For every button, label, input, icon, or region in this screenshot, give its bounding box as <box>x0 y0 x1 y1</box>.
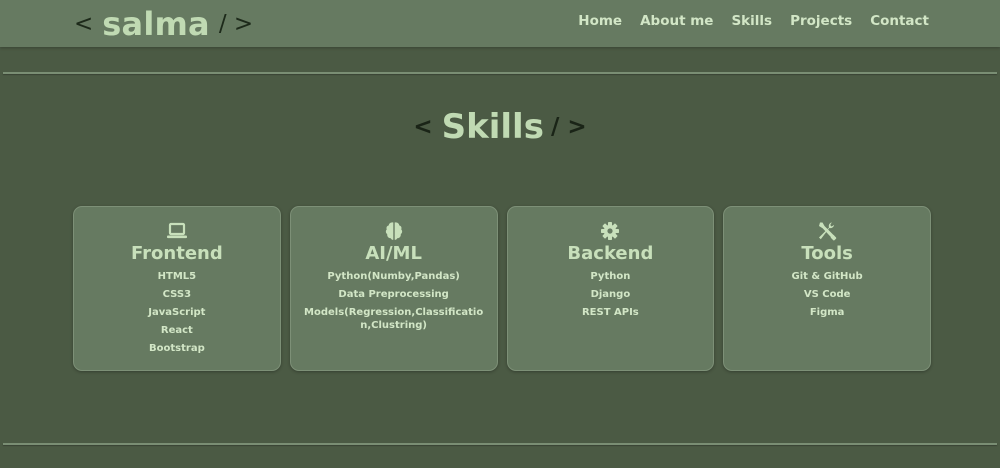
skill-list: Python(Numby,Pandas) Data Preprocessing … <box>301 268 487 332</box>
list-item: JavaScript <box>148 307 206 318</box>
list-item: Python <box>590 271 631 282</box>
skills-cards: Frontend HTML5 CSS3 JavaScript React Boo… <box>73 206 931 371</box>
nav-home[interactable]: Home <box>578 13 622 29</box>
list-item: Django <box>590 289 631 300</box>
list-item: CSS3 <box>162 289 192 300</box>
skill-card-title: Backend <box>567 243 654 264</box>
section-title: < Skills / > <box>0 104 1000 150</box>
skill-card-frontend: Frontend HTML5 CSS3 JavaScript React Boo… <box>73 206 281 371</box>
list-item: REST APIs <box>581 307 639 318</box>
skill-card-ai-ml: AI/ML Python(Numby,Pandas) Data Preproce… <box>289 206 498 371</box>
logo-open-bracket: < <box>74 11 94 37</box>
skill-list: Python Django REST APIs <box>517 268 703 322</box>
nav-contact[interactable]: Contact <box>870 13 929 29</box>
skill-card-title: Tools <box>801 243 853 264</box>
list-item: Data Preprocessing <box>338 289 449 300</box>
laptop-icon <box>166 220 188 242</box>
list-item: VS Code <box>803 289 851 300</box>
skill-card-title: AI/ML <box>365 243 422 264</box>
nav-skills[interactable]: Skills <box>731 13 772 29</box>
title-word: Skills <box>441 107 544 147</box>
list-item: Bootstrap <box>149 343 205 354</box>
brain-icon <box>383 220 405 242</box>
logo[interactable]: < salma / > <box>74 5 254 43</box>
logo-close-bracket: / > <box>218 11 254 37</box>
logo-name: salma <box>102 5 210 43</box>
list-item: Python(Numby,Pandas) <box>327 271 460 282</box>
title-close-bracket: / > <box>550 114 587 140</box>
skill-list: Git & GitHub VS Code Figma <box>734 268 920 322</box>
skill-card-backend: Backend Python Django REST APIs <box>506 206 715 371</box>
site-header: < salma / > Home About me Skills Project… <box>0 0 1000 47</box>
divider-top <box>3 72 997 74</box>
nav-projects[interactable]: Projects <box>790 13 852 29</box>
skill-card-tools: Tools Git & GitHub VS Code Figma <box>723 206 931 371</box>
skill-list: HTML5 CSS3 JavaScript React Bootstrap <box>84 268 270 358</box>
skill-card-title: Frontend <box>131 243 223 264</box>
divider-bottom <box>3 443 997 445</box>
list-item: Models(Regression,Classification,Clustri… <box>304 307 484 331</box>
main-nav: Home About me Skills Projects Contact <box>560 13 929 29</box>
list-item: Figma <box>809 307 845 318</box>
nav-about-me[interactable]: About me <box>640 13 713 29</box>
list-item: HTML5 <box>157 271 197 282</box>
list-item: React <box>160 325 193 336</box>
gear-icon <box>599 220 621 242</box>
tools-icon <box>816 220 838 242</box>
title-open-bracket: < <box>413 114 433 140</box>
list-item: Git & GitHub <box>791 271 863 282</box>
